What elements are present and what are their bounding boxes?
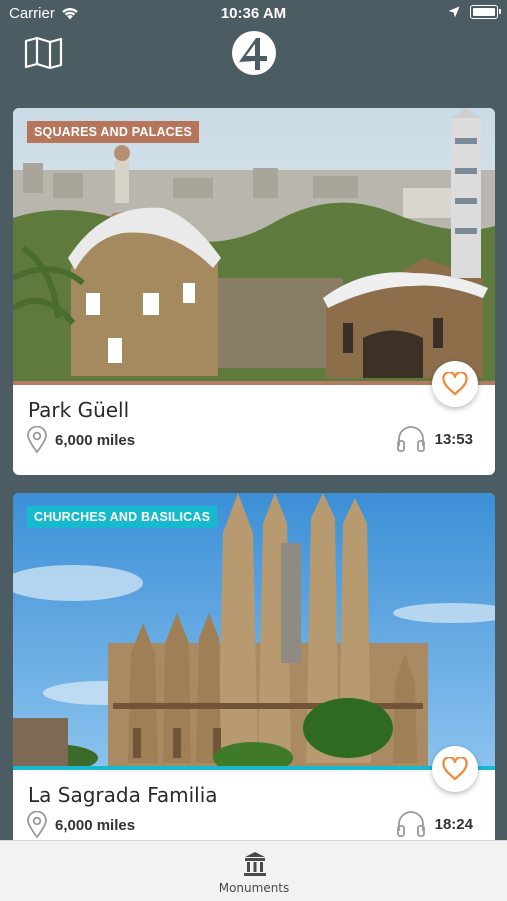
status-time: 10:36 AM <box>220 5 287 22</box>
attraction-image: CHURCHES AND BASILICAS <box>13 493 495 770</box>
logo-icon <box>232 31 276 75</box>
tab-bar: Monuments <box>0 840 507 901</box>
attraction-image: SQUARES AND PALACES <box>13 108 495 385</box>
attraction-card[interactable]: SQUARES AND PALACES Park Güell 6,000 mil… <box>13 108 495 475</box>
duration-value: 13:53 <box>434 430 473 448</box>
category-accent-strip <box>13 766 495 770</box>
duration-value: 18:24 <box>434 815 473 833</box>
monument-icon <box>244 852 266 876</box>
distance-info: 6,000 miles <box>26 811 135 839</box>
status-bar: Carrier 10:36 AM <box>0 0 507 28</box>
app-logo <box>229 28 279 78</box>
tab-monuments[interactable]: Monuments <box>204 847 304 899</box>
category-badge: CHURCHES AND BASILICAS <box>27 506 218 528</box>
heart-outline-icon <box>442 372 468 396</box>
nav-bar <box>0 28 507 83</box>
category-badge: SQUARES AND PALACES <box>27 121 199 143</box>
attraction-card[interactable]: CHURCHES AND BASILICAS La Sagrada Famili… <box>13 493 495 860</box>
favorite-button[interactable] <box>432 361 478 407</box>
attraction-title: Park Güell <box>28 398 130 422</box>
distance-info: 6,000 miles <box>26 426 135 454</box>
headphones-icon <box>396 811 425 837</box>
headphones-icon <box>396 426 425 452</box>
distance-value: 6,000 miles <box>55 816 136 834</box>
category-accent-strip <box>13 381 495 385</box>
favorite-button[interactable] <box>432 746 478 792</box>
tab-label: Monuments <box>218 881 290 895</box>
map-button[interactable] <box>24 36 64 70</box>
map-icon <box>24 36 63 70</box>
status-right <box>448 5 501 19</box>
attraction-title: La Sagrada Familia <box>28 783 218 807</box>
location-pin-icon <box>27 811 47 839</box>
heart-outline-icon <box>442 757 468 781</box>
battery-icon <box>470 5 501 19</box>
location-arrow-icon <box>448 6 460 18</box>
audio-duration-info: 18:24 <box>396 811 473 837</box>
location-pin-icon <box>27 426 47 454</box>
audio-duration-info: 13:53 <box>396 426 473 452</box>
distance-value: 6,000 miles <box>55 431 136 449</box>
